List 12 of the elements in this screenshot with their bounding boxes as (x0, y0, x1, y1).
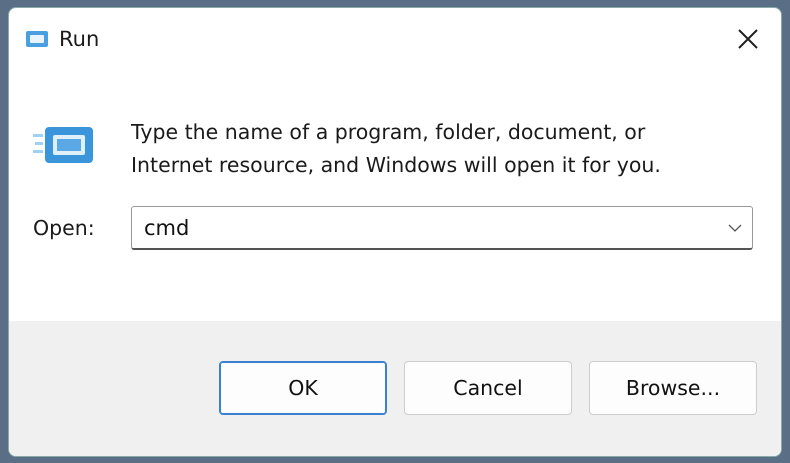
window-title: Run (59, 27, 100, 51)
input-field[interactable]: cmd (144, 216, 728, 240)
chevron-down-icon (728, 224, 742, 232)
dialog-button[interactable]: Browse... (589, 361, 757, 415)
dialog-button[interactable]: Cancel (404, 361, 572, 415)
instruction-text: Type the name of a program, folder, document, or Internet resource, and Windows will open it for you. (131, 119, 662, 179)
close-icon (737, 28, 759, 50)
open-combobox[interactable]: cmd (131, 206, 753, 250)
run-icon (23, 30, 49, 48)
dialog-button[interactable]: OK (219, 361, 387, 415)
run-icon (33, 126, 95, 166)
open-label: Open: (33, 216, 96, 240)
